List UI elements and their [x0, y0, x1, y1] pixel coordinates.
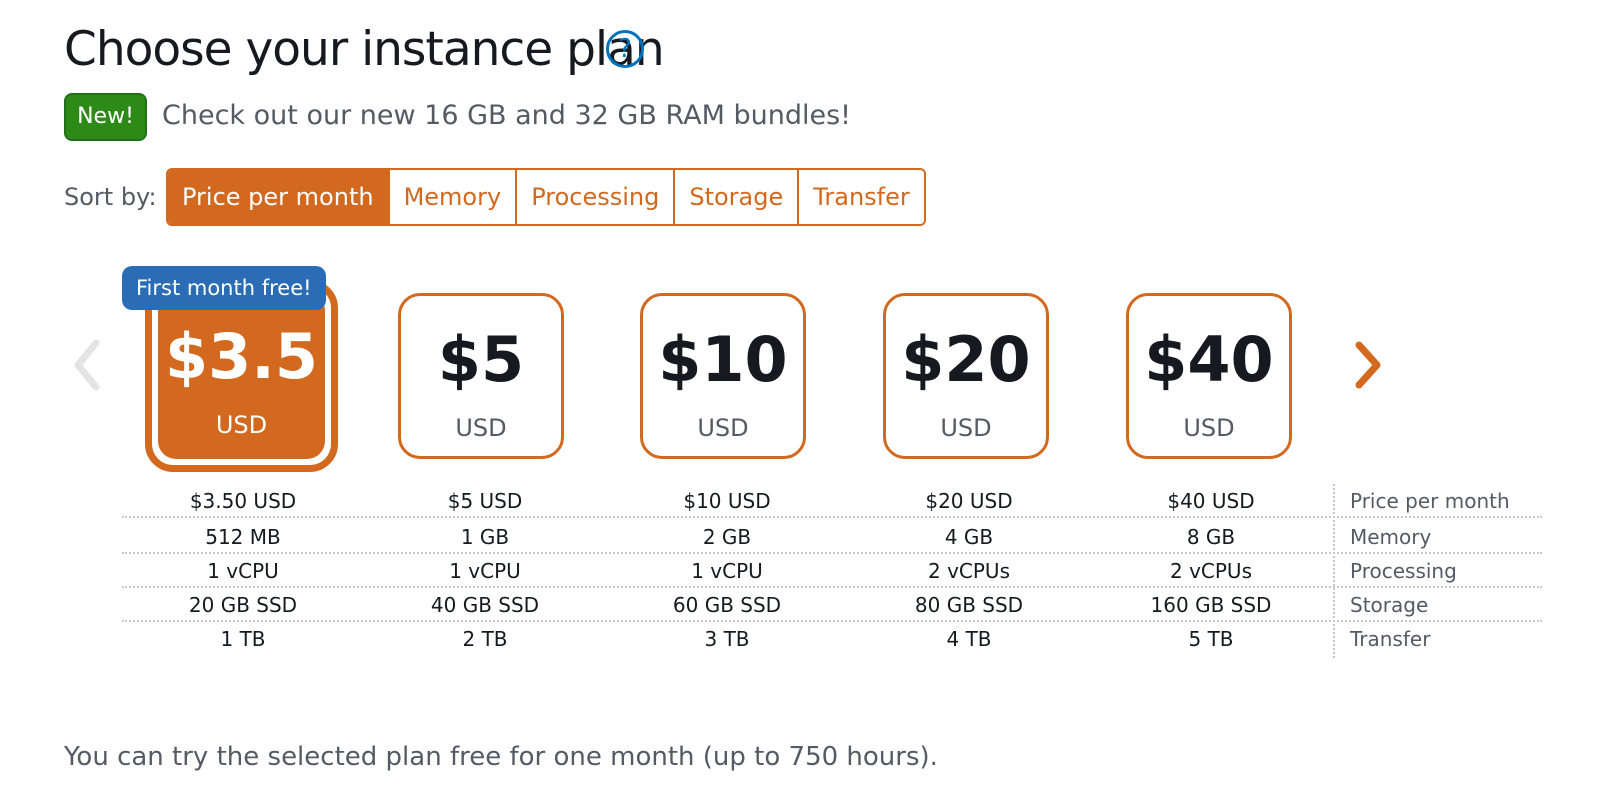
plan-price: $3.5 [165, 320, 318, 393]
sort-processing-button[interactable]: Processing [515, 170, 674, 224]
plan-currency: USD [697, 414, 749, 442]
spec-row-processing: 1 vCPU 1 vCPU 1 vCPU 2 vCPUs 2 vCPUs Pro… [122, 554, 1542, 588]
first-month-free-badge: First month free! [122, 266, 326, 310]
spec-row-storage: 20 GB SSD 40 GB SSD 60 GB SSD 80 GB SSD … [122, 588, 1542, 622]
spec-cell: $40 USD [1167, 489, 1255, 513]
spec-cell: 40 GB SSD [430, 593, 540, 617]
sort-price-button[interactable]: Price per month [168, 170, 388, 224]
spec-cell: 1 vCPU [449, 559, 521, 583]
sort-storage-button[interactable]: Storage [673, 170, 798, 224]
chevron-right-icon[interactable] [1349, 335, 1389, 395]
plan-price: $20 [901, 323, 1031, 396]
promo-text: Check out our new 16 GB and 32 GB RAM bu… [162, 100, 851, 131]
spec-label-transfer: Transfer [1350, 627, 1431, 651]
spec-cell: 5 TB [1188, 627, 1234, 651]
spec-label-memory: Memory [1350, 525, 1432, 549]
spec-cell: $20 USD [925, 489, 1013, 513]
spec-cell: 4 GB [944, 525, 994, 549]
spec-cell: 2 GB [702, 525, 752, 549]
spec-cell: 512 MB [205, 525, 281, 549]
sort-memory-button[interactable]: Memory [387, 170, 516, 224]
sort-button-group: Price per month Memory Processing Storag… [166, 168, 926, 226]
free-trial-note: You can try the selected plan free for o… [64, 742, 938, 772]
spec-row-memory: 512 MB 1 GB 2 GB 4 GB 8 GB Memory [122, 520, 1542, 554]
plan-price: $10 [658, 323, 788, 396]
spec-cell: $10 USD [683, 489, 771, 513]
plan-card-3[interactable]: $10 USD [640, 293, 806, 459]
question-circle-icon[interactable]: ? [606, 30, 644, 68]
spec-label-processing: Processing [1350, 559, 1457, 583]
spec-label-storage: Storage [1350, 593, 1429, 617]
plan-card-5[interactable]: $40 USD [1126, 293, 1292, 459]
spec-label-price: Price per month [1350, 489, 1510, 513]
sort-label: Sort by: [64, 183, 157, 211]
plan-currency: USD [215, 411, 268, 439]
page-title: Choose your instance plan [64, 22, 665, 77]
spec-cell: 160 GB SSD [1150, 593, 1272, 617]
spec-cell: 2 vCPUs [1169, 559, 1252, 583]
spec-cell: 1 vCPU [207, 559, 279, 583]
new-badge: New! [64, 93, 147, 141]
spec-cell: 2 vCPUs [927, 559, 1010, 583]
plan-card-4[interactable]: $20 USD [883, 293, 1049, 459]
plan-currency: USD [1183, 414, 1235, 442]
plan-price: $5 [437, 323, 525, 396]
plan-card-2[interactable]: $5 USD [398, 293, 564, 459]
spec-cell: 80 GB SSD [914, 593, 1024, 617]
spec-cell: 1 GB [460, 525, 510, 549]
spec-cell: 1 TB [220, 627, 266, 651]
spec-cell: 60 GB SSD [672, 593, 782, 617]
spec-row-transfer: 1 TB 2 TB 3 TB 4 TB 5 TB Transfer [122, 622, 1542, 656]
spec-cell: 8 GB [1186, 525, 1236, 549]
spec-cell: $5 USD [447, 489, 523, 513]
spec-row-price: $3.50 USD $5 USD $10 USD $20 USD $40 USD… [122, 484, 1542, 518]
plan-currency: USD [940, 414, 992, 442]
spec-cell: 20 GB SSD [188, 593, 298, 617]
spec-cell: 1 vCPU [691, 559, 763, 583]
spec-cell: 2 TB [462, 627, 508, 651]
spec-cell: $3.50 USD [189, 489, 297, 513]
plan-currency: USD [455, 414, 507, 442]
spec-cell: 3 TB [704, 627, 750, 651]
chevron-left-icon[interactable] [68, 335, 108, 395]
plan-price: $40 [1144, 323, 1274, 396]
sort-transfer-button[interactable]: Transfer [797, 170, 924, 224]
spec-cell: 4 TB [946, 627, 992, 651]
